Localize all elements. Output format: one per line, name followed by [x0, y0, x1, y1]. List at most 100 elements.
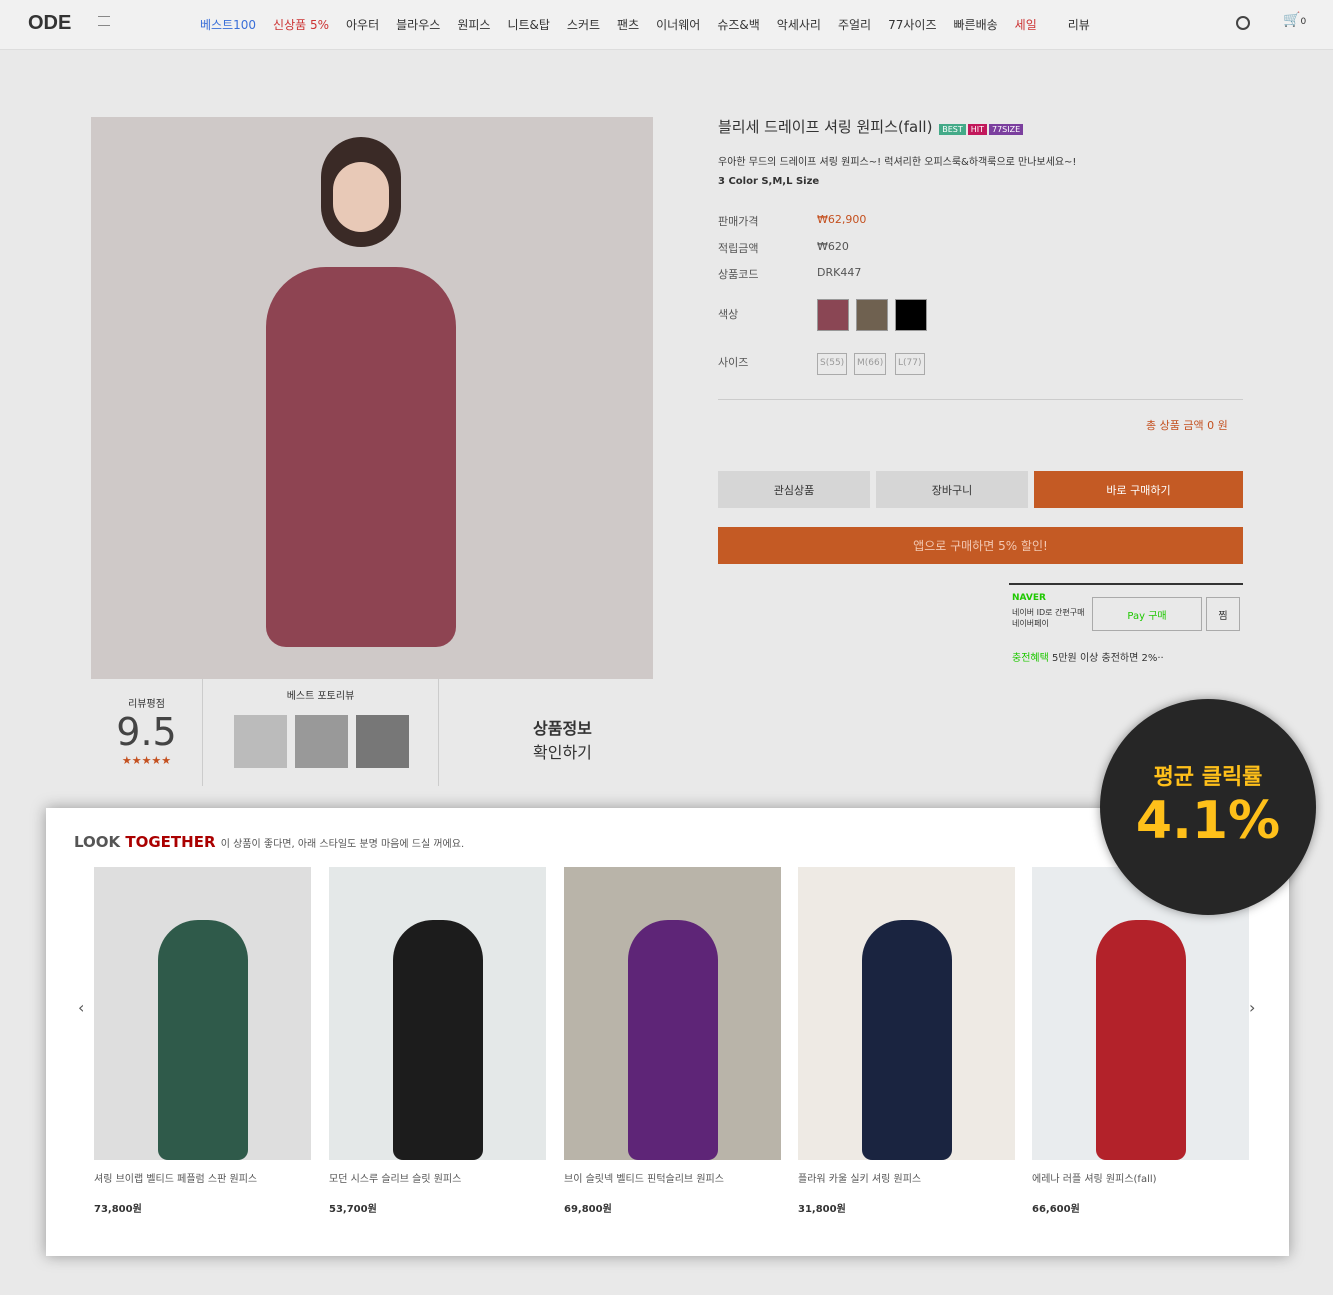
nav-item[interactable]: 신상품 5%	[273, 16, 329, 33]
nav-item[interactable]: 아우터	[346, 16, 379, 33]
card-name: 에레나 러플 셔링 원피스(fall)	[1032, 1174, 1157, 1185]
product-card[interactable]: 플라워 카울 실키 셔링 원피스 31,800원	[798, 867, 1015, 1215]
color-swatch-wine[interactable]	[817, 299, 849, 331]
naver-zzim-button[interactable]: 찜	[1206, 597, 1240, 631]
desc-line: 3 Color S,M,L Size	[718, 176, 820, 187]
nav-item[interactable]: 슈즈&백	[717, 16, 759, 33]
card-image	[564, 867, 781, 1160]
card-name: 플라워 카울 실키 셔링 원피스	[798, 1174, 922, 1185]
nav-item[interactable]: 세일	[1015, 16, 1037, 33]
review-photo[interactable]	[295, 715, 348, 768]
nav-item[interactable]: 빠른배송	[953, 16, 997, 33]
star-rating: ★★★★★	[121, 754, 172, 767]
cart-button[interactable]: 장바구니	[876, 471, 1028, 508]
badge-hit: HIT	[967, 124, 987, 135]
code-label: 상품코드	[718, 268, 759, 281]
price-value: ₩62,900	[817, 213, 867, 226]
nav-item[interactable]: 리뷰	[1068, 16, 1090, 33]
card-price: 53,700원	[329, 1204, 377, 1215]
product-card[interactable]: 브이 슬릿넥 벨티드 핀턱슬리브 원피스 69,800원	[564, 867, 781, 1215]
product-info-link[interactable]: 상품정보확인하기	[533, 715, 592, 763]
nav-item[interactable]: 악세사리	[777, 16, 821, 33]
points-value: ₩620	[817, 240, 849, 253]
look-together-title: LOOK TOGETHER 이 상품이 좋다면, 아래 스타일도 분명 마음에 …	[74, 833, 464, 851]
review-photo[interactable]	[234, 715, 287, 768]
menu-icon[interactable]	[98, 16, 110, 26]
nav-item[interactable]: 77사이즈	[888, 16, 936, 33]
benefit-label: 충전혜택	[1012, 653, 1049, 664]
product-card[interactable]: 모던 시스루 슬리브 슬릿 원피스 53,700원	[329, 867, 546, 1215]
title-part: LOOK	[74, 833, 126, 851]
card-image	[798, 867, 1015, 1160]
points-row: 적립금액 ₩620	[718, 240, 849, 256]
nav-item[interactable]: 이너웨어	[656, 16, 700, 33]
price-label: 판매가격	[718, 215, 759, 228]
review-score-label: 리뷰평점	[128, 699, 165, 710]
wishlist-button[interactable]: 관심상품	[718, 471, 870, 508]
badge-77size: 77SIZE	[988, 124, 1024, 135]
nav-item[interactable]: 스커트	[567, 16, 600, 33]
dress-figure	[392, 920, 483, 1160]
desc-line: 우아한 무드의 드레이프 셔링 원피스~! 럭셔리한 오피스룩&하객룩으로 만나…	[718, 157, 1077, 168]
card-image	[94, 867, 311, 1160]
nav-item[interactable]: 팬츠	[617, 16, 639, 33]
dress-figure	[266, 267, 456, 647]
nav-item[interactable]: 니트&탑	[507, 16, 549, 33]
product-image[interactable]	[91, 117, 653, 679]
card-name: 셔링 브이랩 벨티드 페플럼 스판 원피스	[94, 1174, 258, 1185]
code-value: DRK447	[817, 266, 862, 279]
size-option[interactable]: S(55)	[817, 353, 848, 375]
naver-sub: 네이버 ID로 간편구매 네이버페이	[1012, 608, 1085, 628]
review-photo[interactable]	[356, 715, 409, 768]
main-nav: 베스트100 신상품 5% 아우터 블라우스 원피스 니트&탑 스커트 팬츠 이…	[200, 16, 1090, 33]
product-card[interactable]: 에레나 러플 셔링 원피스(fall) 66,600원	[1032, 867, 1249, 1215]
dress-figure	[861, 920, 952, 1160]
cart-count: 0	[1300, 17, 1307, 27]
review-bar: 리뷰평점 9.5 ★★★★★ 베스트 포토리뷰 상품정보확인하기	[91, 679, 653, 786]
nav-item[interactable]: 블라우스	[396, 16, 440, 33]
card-name: 브이 슬릿넥 벨티드 핀턱슬리브 원피스	[564, 1174, 724, 1185]
ctr-badge: 평균 클릭률 4.1%	[1100, 699, 1316, 915]
photo-review-label: 베스트 포토리뷰	[286, 691, 355, 702]
size-label: 사이즈	[718, 356, 749, 369]
review-score: 9.5	[116, 710, 177, 754]
nav-item[interactable]: 원피스	[457, 16, 490, 33]
logo[interactable]: ODE	[28, 12, 71, 35]
naver-pay: NAVER 네이버 ID로 간편구매 네이버페이 Pay 구매 찜 충전혜택 5…	[1009, 583, 1243, 664]
code-row: 상품코드 DRK447	[718, 266, 861, 282]
dress-figure	[157, 920, 248, 1160]
header: ODE 베스트100 신상품 5% 아우터 블라우스 원피스 니트&탑 스커트 …	[0, 0, 1333, 50]
cart-icon[interactable]: 🛒0	[1283, 12, 1306, 28]
color-label: 색상	[718, 308, 739, 321]
card-name: 모던 시스루 슬리브 슬릿 원피스	[329, 1174, 462, 1185]
color-swatch-black[interactable]	[895, 299, 927, 331]
app-discount-button[interactable]: 앱으로 구매하면 5% 할인!	[718, 527, 1243, 564]
info-line: 확인하기	[533, 743, 592, 762]
nav-item[interactable]: 베스트100	[200, 16, 256, 33]
search-icon[interactable]	[1236, 16, 1250, 30]
product-desc: 우아한 무드의 드레이프 셔링 원피스~! 럭셔리한 오피스룩&하객룩으로 만나…	[718, 153, 1076, 191]
divider	[718, 399, 1243, 400]
card-image	[329, 867, 546, 1160]
look-together-panel: LOOK TOGETHER 이 상품이 좋다면, 아래 스타일도 분명 마음에 …	[46, 808, 1289, 1256]
color-swatch-brown[interactable]	[856, 299, 888, 331]
price-row: 판매가격 ₩62,900	[718, 213, 866, 229]
points-label: 적립금액	[718, 242, 759, 255]
look-sub: 이 상품이 좋다면, 아래 스타일도 분명 마음에 드실 꺼에요.	[220, 839, 465, 850]
dress-figure	[1095, 920, 1186, 1160]
size-option[interactable]: L(77)	[895, 353, 925, 375]
nav-item[interactable]: 주얼리	[838, 16, 871, 33]
next-arrow[interactable]: ›	[1249, 998, 1255, 1017]
ctr-label: 평균 클릭률	[1153, 765, 1263, 790]
info-line: 상품정보	[533, 719, 592, 738]
card-price: 66,600원	[1032, 1204, 1080, 1215]
card-price: 69,800원	[564, 1204, 612, 1215]
naver-brand: NAVER	[1012, 593, 1046, 603]
benefit-text: 5만원 이상 충전하면 2%··	[1052, 653, 1164, 664]
prev-arrow[interactable]: ‹	[78, 998, 84, 1017]
face-figure	[333, 162, 389, 232]
size-option[interactable]: M(66)	[854, 353, 887, 375]
buy-now-button[interactable]: 바로 구매하기	[1034, 471, 1243, 508]
naver-pay-button[interactable]: Pay 구매	[1092, 597, 1202, 631]
product-card[interactable]: 셔링 브이랩 벨티드 페플럼 스판 원피스 73,800원	[94, 867, 311, 1215]
